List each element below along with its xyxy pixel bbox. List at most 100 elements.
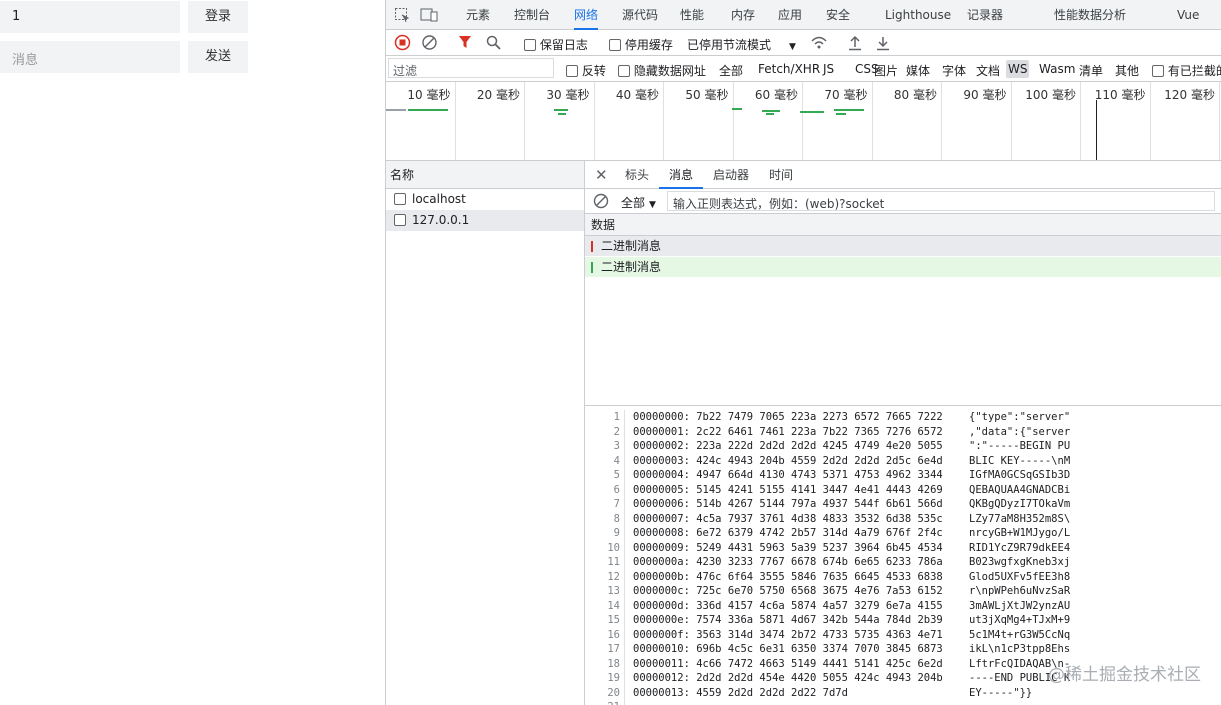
message-filter-input[interactable]: 输入正则表达式，例如：(web)?socket [667, 191, 1215, 211]
message-type-label: 全部 [621, 196, 646, 210]
devtools-tab[interactable]: 记录器 [967, 0, 1003, 30]
type-filter-button[interactable]: 其他 [1113, 60, 1141, 81]
devtools-tab[interactable]: 网络 [574, 0, 599, 30]
sent-arrow-icon [591, 241, 593, 252]
timeline-tick-label: 30 毫秒 [546, 88, 590, 102]
blocked-checkbox[interactable] [1152, 65, 1164, 77]
hex-line: 00000010: 696b 4c5c 6e31 6350 3374 7070 … [633, 643, 943, 655]
disable-cache-label: 停用缓存 [624, 38, 673, 52]
detail-tab[interactable]: 时间 [769, 161, 793, 189]
ascii-line: {"type":"server" [969, 411, 1071, 423]
timeline-tick: 100 毫秒 [1012, 82, 1081, 160]
invert-checkbox[interactable] [566, 65, 578, 77]
hex-line: 0000000c: 725c 6e70 5750 6568 3675 4e76 … [633, 585, 943, 597]
ascii-line: ut3jXqMg4+TJxM+9 [969, 614, 1071, 626]
devtools-tab[interactable]: 元素 [466, 0, 490, 30]
filter-icon[interactable] [458, 35, 472, 50]
filter-input[interactable]: 过滤 [388, 58, 554, 78]
type-filter-button[interactable]: 全部 [717, 60, 745, 81]
name-column-header[interactable]: 名称 [386, 161, 584, 189]
detail-tab[interactable]: 启动器 [713, 161, 749, 189]
devtools-tab[interactable]: Lighthouse [885, 0, 951, 30]
ascii-line: EY-----"}} [969, 686, 1033, 699]
type-filter-button[interactable]: WS [1006, 60, 1030, 78]
import-har-icon[interactable] [848, 35, 862, 51]
throttle-select[interactable]: 已停用节流模式 ▼ [687, 36, 796, 53]
hex-line: 00000007: 4c5a 7937 3761 4d38 4833 3532 … [633, 512, 943, 525]
hide-data-urls-checkbox[interactable] [618, 65, 630, 77]
detail-tabbar: ✕ 标头 消息 启动器 时间 [585, 161, 1221, 189]
request-row[interactable]: 127.0.0.1 [386, 210, 584, 231]
user-input[interactable]: 1 [0, 1, 180, 33]
type-filter-button[interactable]: Fetch/XHR [756, 60, 822, 78]
blocked-toggle[interactable]: 有已拦截的 [1152, 62, 1221, 79]
timeline-tick: 40 毫秒 [595, 82, 664, 160]
devtools-tab[interactable]: Vue [1177, 0, 1199, 30]
devtools-tab[interactable]: 控制台 [514, 0, 550, 30]
ascii-line: RID1YcZ9R79dkEE4 [969, 541, 1071, 554]
devtools-tab[interactable]: 性能数据分析 [1054, 0, 1126, 30]
invert-label: 反转 [581, 64, 606, 78]
ascii-line: 5c1M4t+rG3W5CcNq [969, 628, 1071, 641]
request-row[interactable]: localhost [386, 189, 584, 210]
timeline-bar [800, 111, 824, 113]
invert-toggle[interactable]: 反转 [566, 62, 606, 79]
data-column-header: 数据 [585, 214, 1221, 236]
preserve-log-checkbox[interactable] [524, 39, 536, 51]
app-page: 1 登录 消息 发送 [0, 0, 385, 705]
type-filter-button[interactable]: JS [821, 60, 836, 78]
devtools-tab[interactable]: 性能 [680, 0, 704, 30]
message-row[interactable]: 二进制消息 [585, 257, 1221, 278]
network-timeline[interactable]: 10 毫秒 20 毫秒 30 毫秒 40 毫秒 50 毫秒 60 毫秒 70 毫秒 80 毫秒… [386, 82, 1221, 161]
hex-line: 00000001: 2c22 6461 7461 223a 7b22 7365 … [633, 425, 943, 438]
detail-tab[interactable]: 标头 [625, 161, 649, 189]
timeline-tick-label: 40 毫秒 [615, 88, 659, 102]
network-conditions-icon[interactable] [810, 35, 828, 51]
timeline-bar [408, 109, 448, 111]
devtools-tab[interactable]: 源代码 [622, 0, 658, 30]
clear-icon[interactable] [421, 34, 438, 51]
detail-tab[interactable]: 消息 [659, 161, 704, 189]
search-icon[interactable] [486, 35, 501, 50]
hex-line: 0000000b: 476c 6f64 3555 5846 7635 6645 … [633, 570, 943, 583]
export-har-icon[interactable] [876, 35, 890, 51]
disable-cache-checkbox[interactable] [609, 39, 621, 51]
message-type-select[interactable]: 全部 ▼ [621, 194, 656, 211]
preserve-log-toggle[interactable]: 保留日志 [524, 36, 588, 53]
message-row[interactable]: 二进制消息 [585, 236, 1221, 257]
hex-line: 0000000f: 3563 314d 3474 2b72 4733 5735 … [633, 628, 943, 641]
ascii-dump: {"type":"server" ,"data":{"server ":"-----… [969, 410, 1070, 700]
type-filter-button[interactable]: Wasm [1037, 60, 1077, 78]
hex-line: 00000003: 424c 4943 204b 4559 2d2d 2d2d … [633, 454, 943, 467]
type-filter-button[interactable]: 媒体 [904, 60, 932, 81]
type-filter-button[interactable]: 清单 [1077, 60, 1105, 81]
close-icon[interactable]: ✕ [595, 166, 608, 184]
type-filter-button[interactable]: 字体 [940, 60, 968, 81]
devtools-tab[interactable]: 安全 [826, 0, 850, 30]
hex-line: 0000000a: 4230 3233 7767 6678 674b 6e65 … [633, 556, 943, 568]
devtools-tab[interactable]: 内存 [731, 0, 755, 30]
timeline-tick-label: 80 毫秒 [893, 88, 937, 102]
devtools-tabbar: 元素 控制台 网络 源代码 性能 内存 应用 安全 Lighthouse 记录器 性能数据分析 Vue [386, 0, 1221, 30]
timeline-cursor [1096, 100, 1097, 160]
device-toolbar-icon[interactable] [420, 7, 438, 23]
ascii-line: nrcyGB+W1MJygo/L [969, 527, 1071, 539]
type-filter-button[interactable]: 文档 [974, 60, 1002, 81]
request-checkbox[interactable] [394, 214, 406, 226]
send-button[interactable]: 发送 [188, 41, 248, 73]
hex-dump: 00000000: 7b22 7479 7065 223a 2273 6572 … [633, 410, 943, 700]
record-stop-icon[interactable] [394, 34, 411, 51]
disable-cache-toggle[interactable]: 停用缓存 [609, 36, 673, 53]
login-button[interactable]: 登录 [188, 1, 248, 33]
message-filter-bar: 全部 ▼ 输入正则表达式，例如：(web)?socket [585, 189, 1221, 214]
request-checkbox[interactable] [394, 193, 406, 205]
inspect-element-icon[interactable] [394, 7, 410, 23]
message-input[interactable]: 消息 [0, 41, 180, 73]
timeline-tick: 110 毫秒 [1081, 82, 1151, 160]
type-filter-button[interactable]: 图片 [872, 60, 900, 81]
line-number-gutter: 1 2 3 4 5 6 7 8 9 10 11 12 13 14 15 16 1… [585, 410, 625, 705]
chevron-down-icon: ▼ [649, 200, 656, 210]
clear-messages-icon[interactable] [593, 193, 609, 209]
devtools-tab[interactable]: 应用 [778, 0, 802, 30]
hide-data-urls-toggle[interactable]: 隐藏数据网址 [618, 62, 706, 79]
